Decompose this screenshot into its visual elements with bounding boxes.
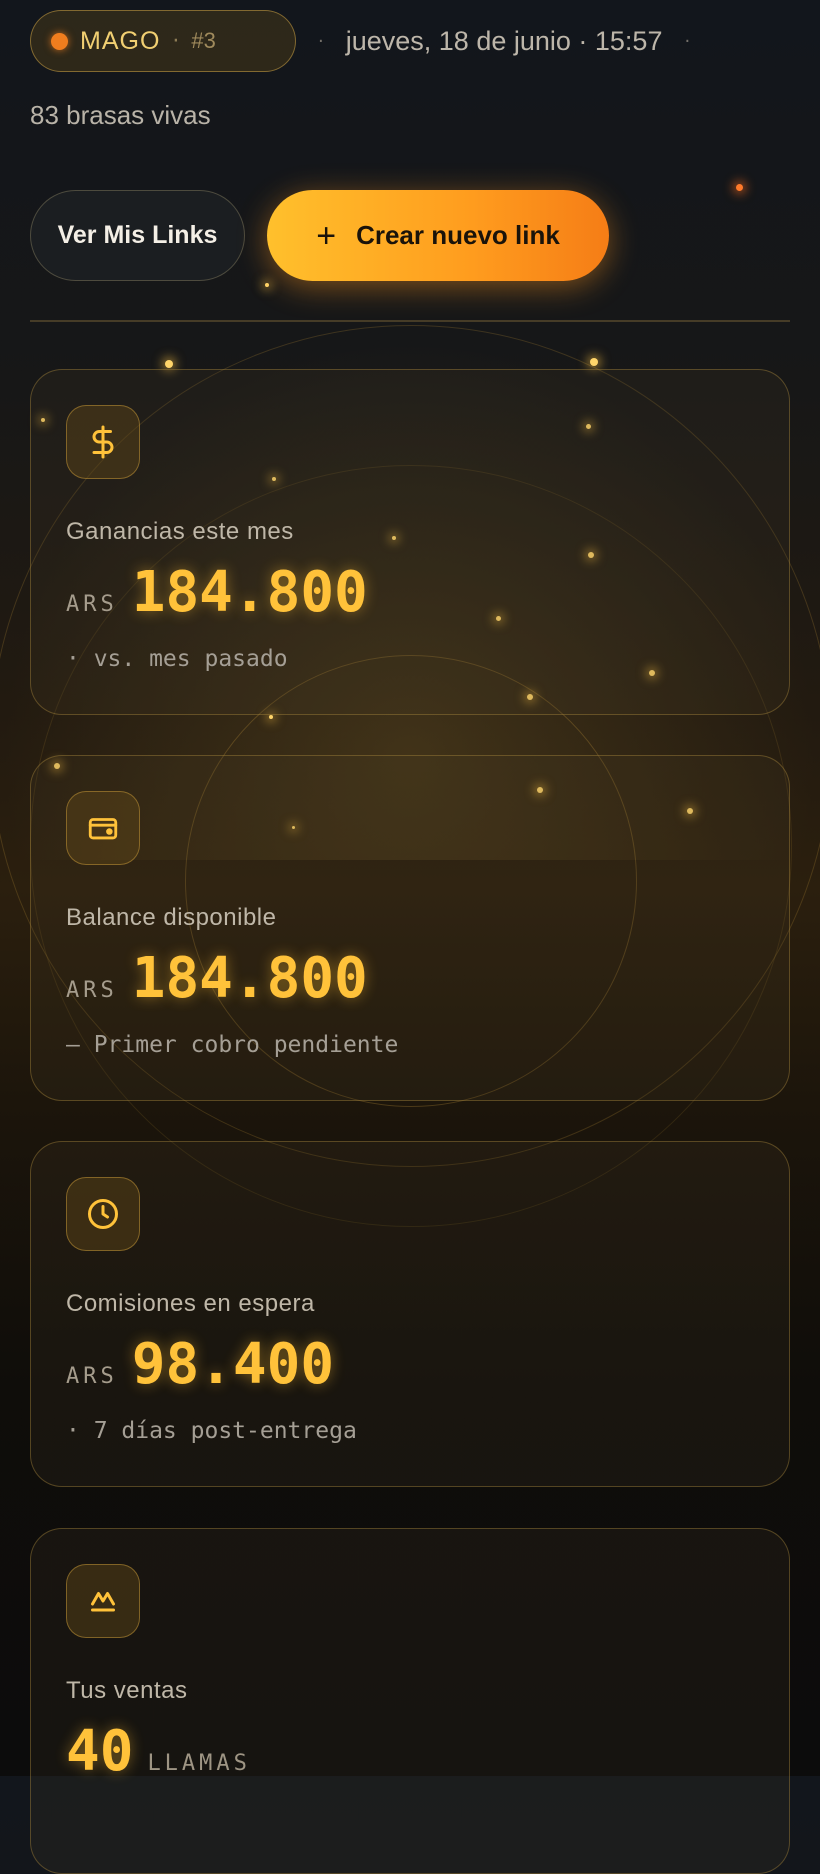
view-links-button[interactable]: Ver Mis Links <box>30 190 245 281</box>
pending-commissions-card: Comisiones en espera ARS 98.400 · 7 días… <box>30 1141 790 1487</box>
card-label: Ganancias este mes <box>66 518 294 545</box>
ember-particle <box>165 360 173 368</box>
header-bar: MAGO · #3 · jueves, 18 de junio · 15:57 … <box>30 10 690 72</box>
separator-dot: · <box>684 30 691 52</box>
section-divider <box>30 320 790 322</box>
amount-row: ARS 184.800 <box>66 946 368 1011</box>
current-datetime: jueves, 18 de junio · 15:57 <box>345 25 663 56</box>
flame-icon <box>66 1564 140 1638</box>
card-note: — Primer cobro pendiente <box>66 1032 399 1058</box>
live-status-dot <box>51 32 68 50</box>
card-note: · 7 días post-entrega <box>66 1418 357 1444</box>
user-pill[interactable]: MAGO · #3 <box>30 10 296 72</box>
card-label: Balance disponible <box>66 904 277 931</box>
sales-card: Tus ventas 40 LLAMAS <box>30 1528 790 1874</box>
amount-row: 40 LLAMAS <box>66 1719 251 1784</box>
earnings-card: Ganancias este mes ARS 184.800 · vs. mes… <box>30 369 790 715</box>
ember-particle <box>590 358 598 366</box>
action-buttons: Ver Mis Links + Crear nuevo link <box>30 190 609 281</box>
balance-card: Balance disponible ARS 184.800 — Primer … <box>30 755 790 1101</box>
ember-particle <box>265 283 269 287</box>
card-label: Comisiones en espera <box>66 1290 315 1317</box>
create-link-label: Crear nuevo link <box>356 220 560 250</box>
currency-code: ARS <box>66 1364 118 1389</box>
amount-row: ARS 184.800 <box>66 560 368 625</box>
datetime-display: · jueves, 18 de junio · 15:57 · <box>318 26 690 57</box>
user-name: MAGO <box>80 26 161 55</box>
ember-particle <box>269 715 273 719</box>
currency-code: ARS <box>66 592 118 617</box>
separator-dot: · <box>172 28 180 54</box>
amount-value: 184.800 <box>131 560 368 625</box>
amount-row: ARS 98.400 <box>66 1332 334 1397</box>
clock-icon <box>66 1177 140 1251</box>
wallet-icon <box>66 791 140 865</box>
sales-unit: LLAMAS <box>147 1751 251 1776</box>
card-label: Tus ventas <box>66 1677 188 1704</box>
ember-particle <box>736 184 743 191</box>
amount-value: 184.800 <box>131 946 368 1011</box>
create-link-button[interactable]: + Crear nuevo link <box>267 190 609 281</box>
currency-code: ARS <box>66 978 118 1003</box>
plus-icon: + <box>316 216 337 255</box>
amount-value: 98.400 <box>131 1332 335 1397</box>
embers-count: 83 brasas vivas <box>30 100 211 130</box>
separator-dot: · <box>318 30 324 52</box>
sales-count: 40 <box>66 1719 134 1784</box>
card-note: · vs. mes pasado <box>66 646 288 672</box>
dollar-icon <box>66 405 140 479</box>
user-rank: #3 <box>191 28 216 53</box>
